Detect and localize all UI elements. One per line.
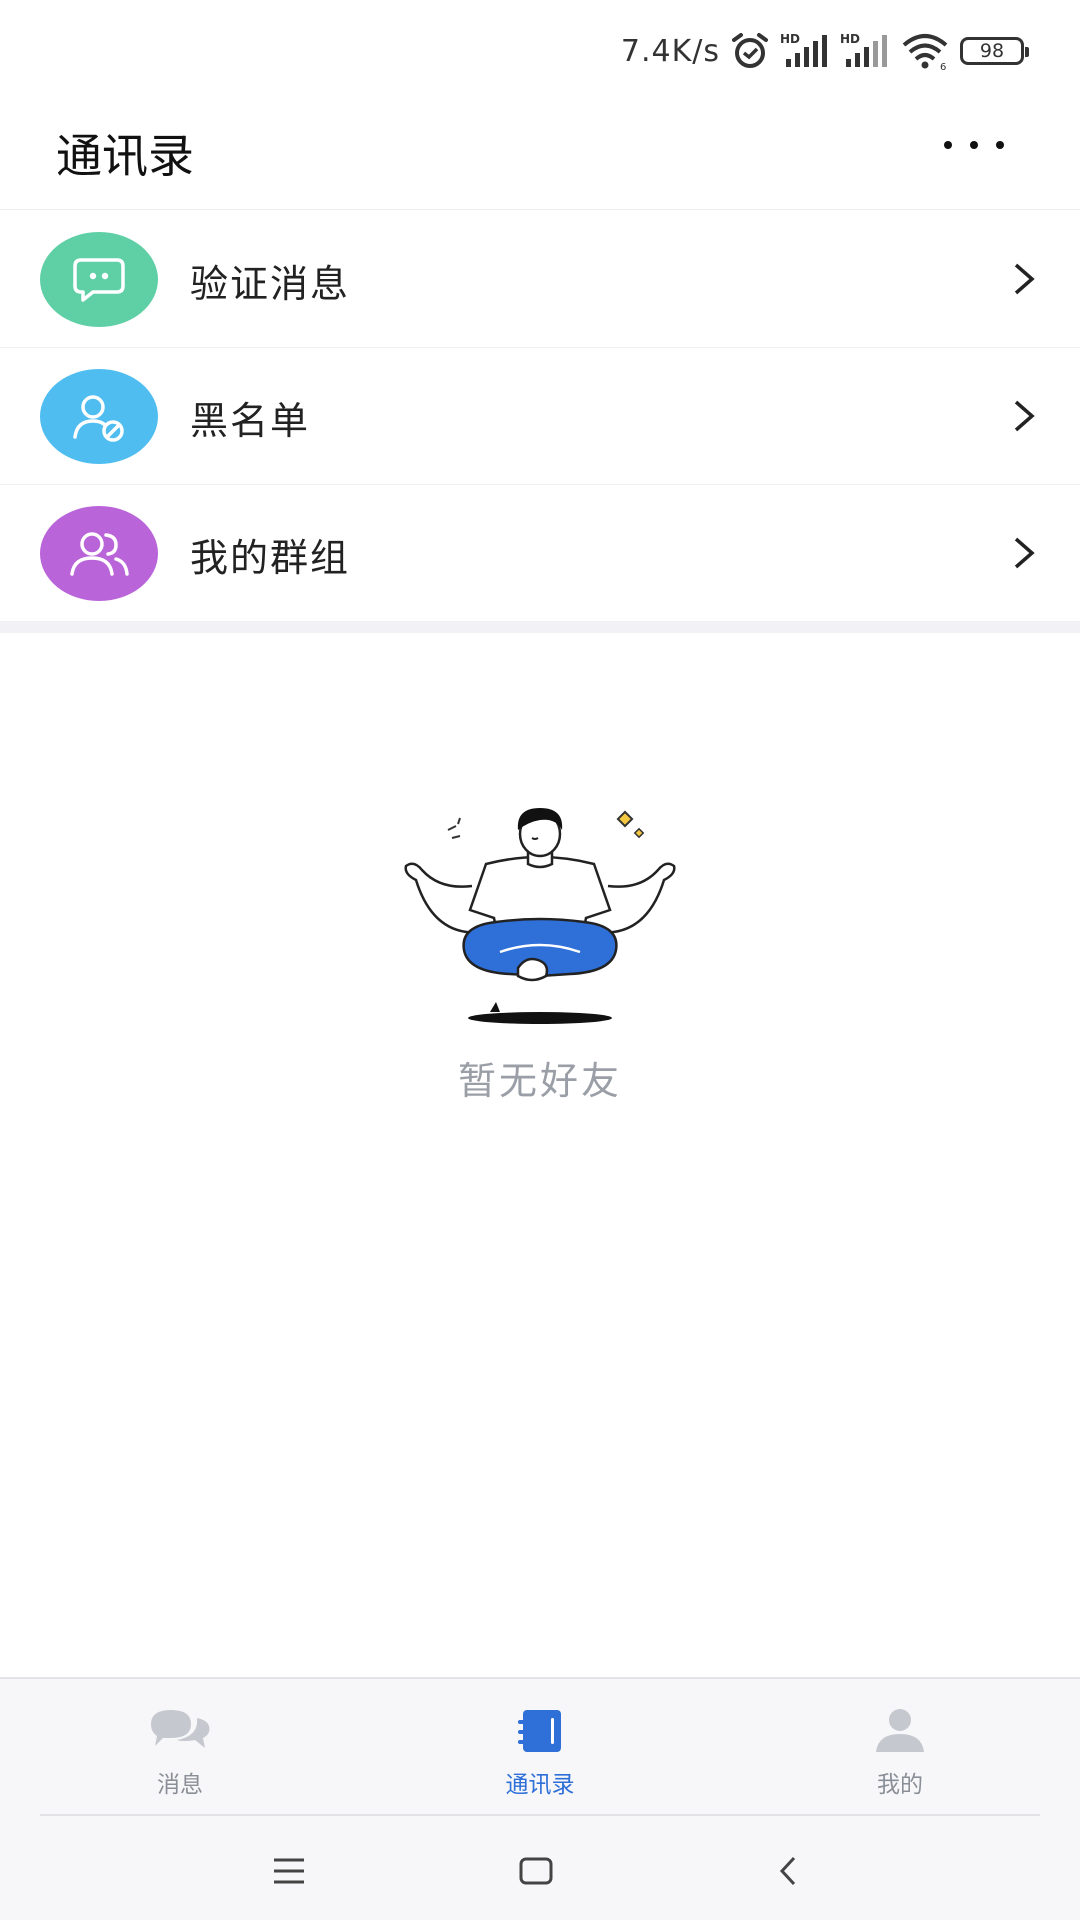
- group-icon: [40, 506, 158, 601]
- page-title: 通讯录: [56, 129, 194, 183]
- tab-profile[interactable]: 我的: [800, 1679, 1000, 1816]
- app-header: 通讯录: [0, 100, 1080, 210]
- svg-text:HD: HD: [840, 32, 860, 46]
- menu-icon[interactable]: [259, 1846, 319, 1896]
- user-block-icon: [40, 369, 158, 464]
- status-bar: 7.4K/s HD HD 6 98: [0, 0, 1080, 100]
- bottom-tab-bar: 消息 通讯录 我的: [0, 1677, 1080, 1814]
- chevron-right-icon: [1012, 533, 1036, 577]
- home-icon[interactable]: [506, 1846, 566, 1896]
- chevron-right-icon: [1012, 396, 1036, 440]
- nav-separator: [40, 1814, 1040, 1816]
- tab-label: 消息: [157, 1772, 203, 1798]
- chevron-right-icon: [1012, 259, 1036, 303]
- battery-indicator: 98: [960, 37, 1029, 65]
- alarm-icon: [730, 31, 770, 71]
- meditating-person-illustration: [400, 800, 680, 1030]
- back-icon[interactable]: [758, 1846, 818, 1896]
- tab-label: 通讯录: [505, 1772, 575, 1798]
- signal-hd-icon: HD: [840, 31, 890, 71]
- status-icons: 7.4K/s HD HD 6 98: [620, 28, 1029, 74]
- entry-label: 验证消息: [190, 262, 351, 306]
- wifi-icon: 6: [900, 31, 950, 71]
- system-nav-bar: [0, 1814, 1080, 1920]
- tab-contacts[interactable]: 通讯录: [440, 1679, 640, 1816]
- tab-label: 我的: [877, 1772, 923, 1798]
- svg-text:HD: HD: [780, 32, 800, 46]
- signal-hd-icon: HD: [780, 31, 830, 71]
- contacts-entry-list: 验证消息 黑名单 我的群组: [0, 211, 1080, 622]
- more-button[interactable]: [944, 130, 1004, 160]
- entry-label: 黑名单: [190, 399, 311, 443]
- contacts-book-icon: [515, 1703, 565, 1757]
- chat-bubble-icon: [40, 232, 158, 327]
- section-divider: [0, 622, 1080, 633]
- empty-state-text: 暂无好友: [457, 1059, 622, 1103]
- messages-icon: [147, 1703, 213, 1757]
- entry-verification-messages[interactable]: 验证消息: [0, 211, 1080, 348]
- network-speed: 7.4K/s: [620, 33, 720, 69]
- more-icon: [944, 141, 952, 149]
- entry-blacklist[interactable]: 黑名单: [0, 348, 1080, 485]
- tab-messages[interactable]: 消息: [80, 1679, 280, 1816]
- entry-my-groups[interactable]: 我的群组: [0, 485, 1080, 622]
- svg-text:6: 6: [940, 62, 946, 71]
- entry-label: 我的群组: [190, 536, 351, 580]
- profile-icon: [872, 1703, 928, 1757]
